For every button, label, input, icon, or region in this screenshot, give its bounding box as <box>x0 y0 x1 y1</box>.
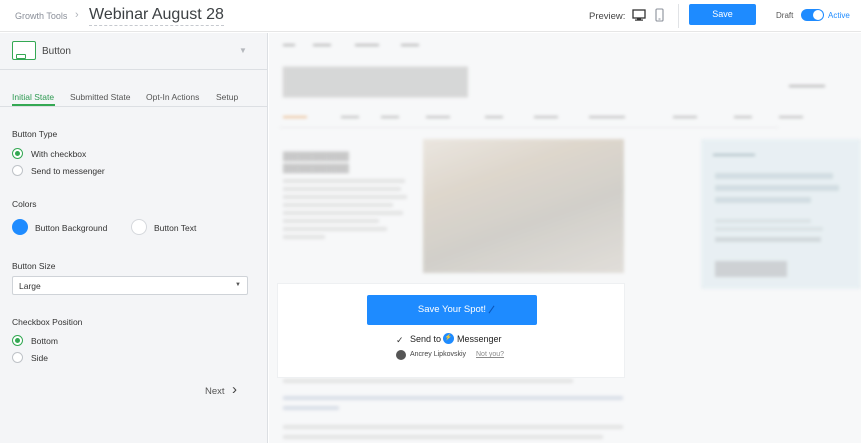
tab-submitted-state[interactable]: Submitted State <box>70 92 130 102</box>
tab-setup[interactable]: Setup <box>216 92 238 102</box>
button-element-icon <box>12 41 36 60</box>
send-to-label: Send to <box>410 334 442 344</box>
radio-bottom[interactable] <box>12 335 23 346</box>
radio-label-side[interactable]: Side <box>31 353 48 363</box>
not-you-link[interactable]: Not you? <box>476 351 504 358</box>
tab-opt-in-actions[interactable]: Opt-In Actions <box>146 92 199 102</box>
breadcrumb-separator-icon: › <box>75 9 79 21</box>
preview-area: ▬▬ ▬▬▬ ▬▬▬▬ ▬▬▬ ▇▇▇▇▇▇▇▇ ▬▬▬▬▬▬ ▬▬▬▬ ▬▬▬… <box>269 33 861 443</box>
button-type-title: Button Type <box>12 129 58 139</box>
element-selector[interactable]: Button ▼ <box>0 33 268 70</box>
header-divider <box>678 4 679 28</box>
element-name: Button <box>42 46 71 57</box>
button-size-value: Large <box>19 281 41 291</box>
messenger-label: Messenger <box>457 334 502 344</box>
radio-label-bottom[interactable]: Bottom <box>31 336 58 346</box>
button-text-swatch[interactable] <box>131 219 147 235</box>
radio-label-send-to-messenger[interactable]: Send to messenger <box>31 166 105 176</box>
tabs-divider <box>0 106 268 107</box>
breadcrumb-growth-tools[interactable]: Growth Tools <box>15 11 67 21</box>
tab-initial-state[interactable]: Initial State <box>12 92 54 102</box>
radio-with-checkbox[interactable] <box>12 148 23 159</box>
chevron-down-icon[interactable]: ▼ <box>239 46 247 55</box>
publish-toggle[interactable] <box>801 9 824 21</box>
page-title[interactable]: Webinar August 28 <box>89 5 224 26</box>
save-button[interactable]: Save <box>689 4 756 25</box>
chevron-down-icon: ▼ <box>235 282 241 288</box>
blurred-website-background: ▬▬ ▬▬▬ ▬▬▬▬ ▬▬▬ ▇▇▇▇▇▇▇▇ ▬▬▬▬▬▬ ▬▬▬▬ ▬▬▬… <box>269 33 861 443</box>
radio-label-with-checkbox[interactable]: With checkbox <box>31 149 86 159</box>
cta-button[interactable]: Save Your Spot! <box>367 295 537 325</box>
active-label: Active <box>828 11 850 20</box>
blurred-logo: ▇▇▇▇▇▇▇▇ <box>283 63 468 98</box>
radio-side[interactable] <box>12 352 23 363</box>
button-background-label: Button Background <box>35 223 108 233</box>
next-button[interactable]: Next <box>205 386 225 397</box>
settings-panel: Button ▼ Initial State Submitted State O… <box>0 33 268 443</box>
button-size-title: Button Size <box>12 261 56 271</box>
user-name: Ancrey Lipkovskiy <box>410 351 467 358</box>
checkbox-position-title: Checkbox Position <box>12 317 83 327</box>
draft-label: Draft <box>776 11 794 20</box>
button-size-select[interactable]: Large ▼ <box>12 276 248 295</box>
toggle-knob <box>813 10 823 20</box>
button-text-label: Button Text <box>154 223 197 233</box>
top-bar: Growth Tools › Webinar August 28 Preview… <box>0 0 861 32</box>
check-icon[interactable]: ✓ <box>396 335 404 346</box>
mobile-icon[interactable] <box>655 8 664 24</box>
radio-send-to-messenger[interactable] <box>12 165 23 176</box>
colors-title: Colors <box>12 199 37 209</box>
chevron-right-icon[interactable]: › <box>232 382 237 397</box>
button-background-swatch[interactable] <box>12 219 28 235</box>
avatar <box>396 350 406 360</box>
preview-label: Preview: <box>589 11 626 22</box>
desktop-icon[interactable] <box>632 9 646 23</box>
messenger-icon: ⚡ <box>443 333 454 344</box>
